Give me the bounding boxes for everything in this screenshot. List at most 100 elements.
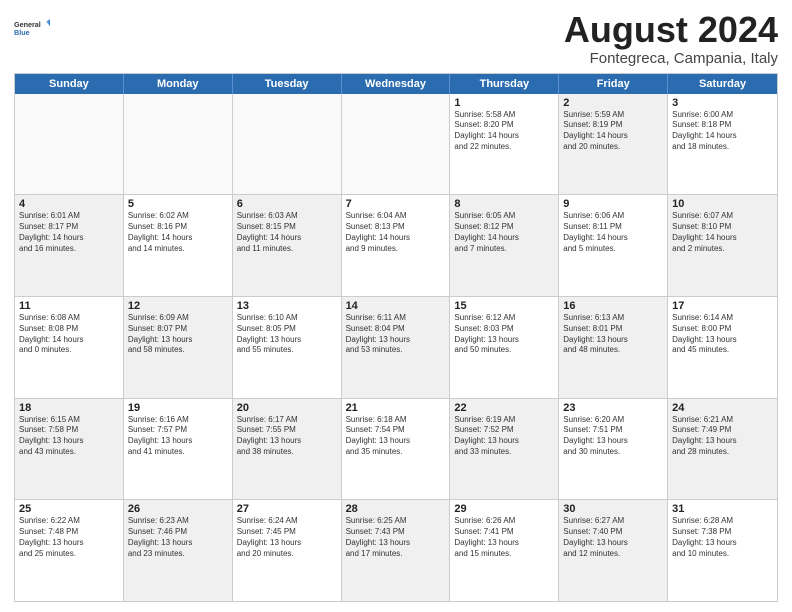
calendar-cell: 23Sunrise: 6:20 AM Sunset: 7:51 PM Dayli… — [559, 399, 668, 500]
day-number: 12 — [128, 300, 228, 312]
calendar-cell: 15Sunrise: 6:12 AM Sunset: 8:03 PM Dayli… — [450, 297, 559, 398]
day-info: Sunrise: 6:08 AM Sunset: 8:08 PM Dayligh… — [19, 313, 119, 356]
calendar-cell: 21Sunrise: 6:18 AM Sunset: 7:54 PM Dayli… — [342, 399, 451, 500]
calendar-cell: 13Sunrise: 6:10 AM Sunset: 8:05 PM Dayli… — [233, 297, 342, 398]
day-number: 28 — [346, 503, 446, 515]
day-number: 25 — [19, 503, 119, 515]
page-header: General Blue August 2024 Fontegreca, Cam… — [14, 10, 778, 67]
day-number: 4 — [19, 198, 119, 210]
day-number: 18 — [19, 402, 119, 414]
day-number: 14 — [346, 300, 446, 312]
day-info: Sunrise: 6:03 AM Sunset: 8:15 PM Dayligh… — [237, 211, 337, 254]
calendar-cell — [233, 94, 342, 195]
day-info: Sunrise: 6:20 AM Sunset: 7:51 PM Dayligh… — [563, 415, 663, 458]
calendar: SundayMondayTuesdayWednesdayThursdayFrid… — [14, 73, 778, 602]
calendar-cell: 10Sunrise: 6:07 AM Sunset: 8:10 PM Dayli… — [668, 195, 777, 296]
day-info: Sunrise: 6:13 AM Sunset: 8:01 PM Dayligh… — [563, 313, 663, 356]
calendar-cell: 5Sunrise: 6:02 AM Sunset: 8:16 PM Daylig… — [124, 195, 233, 296]
calendar-header: SundayMondayTuesdayWednesdayThursdayFrid… — [15, 74, 777, 94]
day-number: 30 — [563, 503, 663, 515]
day-number: 21 — [346, 402, 446, 414]
calendar-week-row: 25Sunrise: 6:22 AM Sunset: 7:48 PM Dayli… — [15, 500, 777, 601]
day-number: 31 — [672, 503, 773, 515]
calendar-cell: 17Sunrise: 6:14 AM Sunset: 8:00 PM Dayli… — [668, 297, 777, 398]
logo: General Blue — [14, 10, 50, 46]
day-number: 16 — [563, 300, 663, 312]
calendar-cell: 28Sunrise: 6:25 AM Sunset: 7:43 PM Dayli… — [342, 500, 451, 601]
calendar-cell: 30Sunrise: 6:27 AM Sunset: 7:40 PM Dayli… — [559, 500, 668, 601]
calendar-day-header: Wednesday — [342, 74, 451, 94]
day-info: Sunrise: 6:23 AM Sunset: 7:46 PM Dayligh… — [128, 516, 228, 559]
day-info: Sunrise: 6:07 AM Sunset: 8:10 PM Dayligh… — [672, 211, 773, 254]
calendar-body: 1Sunrise: 5:58 AM Sunset: 8:20 PM Daylig… — [15, 94, 777, 601]
calendar-cell: 31Sunrise: 6:28 AM Sunset: 7:38 PM Dayli… — [668, 500, 777, 601]
calendar-day-header: Thursday — [450, 74, 559, 94]
calendar-cell — [15, 94, 124, 195]
calendar-cell: 3Sunrise: 6:00 AM Sunset: 8:18 PM Daylig… — [668, 94, 777, 195]
day-info: Sunrise: 6:22 AM Sunset: 7:48 PM Dayligh… — [19, 516, 119, 559]
day-info: Sunrise: 6:16 AM Sunset: 7:57 PM Dayligh… — [128, 415, 228, 458]
calendar-week-row: 4Sunrise: 6:01 AM Sunset: 8:17 PM Daylig… — [15, 195, 777, 297]
day-number: 3 — [672, 97, 773, 109]
calendar-cell: 20Sunrise: 6:17 AM Sunset: 7:55 PM Dayli… — [233, 399, 342, 500]
day-info: Sunrise: 6:21 AM Sunset: 7:49 PM Dayligh… — [672, 415, 773, 458]
day-number: 23 — [563, 402, 663, 414]
day-number: 17 — [672, 300, 773, 312]
day-info: Sunrise: 6:04 AM Sunset: 8:13 PM Dayligh… — [346, 211, 446, 254]
day-info: Sunrise: 6:25 AM Sunset: 7:43 PM Dayligh… — [346, 516, 446, 559]
calendar-week-row: 11Sunrise: 6:08 AM Sunset: 8:08 PM Dayli… — [15, 297, 777, 399]
calendar-cell — [342, 94, 451, 195]
day-info: Sunrise: 6:05 AM Sunset: 8:12 PM Dayligh… — [454, 211, 554, 254]
calendar-cell: 22Sunrise: 6:19 AM Sunset: 7:52 PM Dayli… — [450, 399, 559, 500]
day-info: Sunrise: 6:10 AM Sunset: 8:05 PM Dayligh… — [237, 313, 337, 356]
day-info: Sunrise: 6:17 AM Sunset: 7:55 PM Dayligh… — [237, 415, 337, 458]
calendar-cell: 26Sunrise: 6:23 AM Sunset: 7:46 PM Dayli… — [124, 500, 233, 601]
day-number: 1 — [454, 97, 554, 109]
calendar-cell: 4Sunrise: 6:01 AM Sunset: 8:17 PM Daylig… — [15, 195, 124, 296]
day-info: Sunrise: 6:28 AM Sunset: 7:38 PM Dayligh… — [672, 516, 773, 559]
calendar-cell: 7Sunrise: 6:04 AM Sunset: 8:13 PM Daylig… — [342, 195, 451, 296]
day-info: Sunrise: 6:09 AM Sunset: 8:07 PM Dayligh… — [128, 313, 228, 356]
day-number: 27 — [237, 503, 337, 515]
day-number: 26 — [128, 503, 228, 515]
day-number: 24 — [672, 402, 773, 414]
calendar-week-row: 18Sunrise: 6:15 AM Sunset: 7:58 PM Dayli… — [15, 399, 777, 501]
calendar-cell: 27Sunrise: 6:24 AM Sunset: 7:45 PM Dayli… — [233, 500, 342, 601]
calendar-cell: 8Sunrise: 6:05 AM Sunset: 8:12 PM Daylig… — [450, 195, 559, 296]
day-info: Sunrise: 6:26 AM Sunset: 7:41 PM Dayligh… — [454, 516, 554, 559]
day-info: Sunrise: 6:06 AM Sunset: 8:11 PM Dayligh… — [563, 211, 663, 254]
day-number: 11 — [19, 300, 119, 312]
subtitle: Fontegreca, Campania, Italy — [564, 50, 778, 67]
day-info: Sunrise: 6:24 AM Sunset: 7:45 PM Dayligh… — [237, 516, 337, 559]
calendar-cell: 11Sunrise: 6:08 AM Sunset: 8:08 PM Dayli… — [15, 297, 124, 398]
day-info: Sunrise: 6:19 AM Sunset: 7:52 PM Dayligh… — [454, 415, 554, 458]
calendar-day-header: Friday — [559, 74, 668, 94]
day-info: Sunrise: 5:58 AM Sunset: 8:20 PM Dayligh… — [454, 110, 554, 153]
calendar-cell: 6Sunrise: 6:03 AM Sunset: 8:15 PM Daylig… — [233, 195, 342, 296]
day-info: Sunrise: 6:14 AM Sunset: 8:00 PM Dayligh… — [672, 313, 773, 356]
day-number: 9 — [563, 198, 663, 210]
calendar-day-header: Tuesday — [233, 74, 342, 94]
calendar-cell: 2Sunrise: 5:59 AM Sunset: 8:19 PM Daylig… — [559, 94, 668, 195]
day-number: 19 — [128, 402, 228, 414]
day-info: Sunrise: 6:00 AM Sunset: 8:18 PM Dayligh… — [672, 110, 773, 153]
day-info: Sunrise: 5:59 AM Sunset: 8:19 PM Dayligh… — [563, 110, 663, 153]
day-info: Sunrise: 6:02 AM Sunset: 8:16 PM Dayligh… — [128, 211, 228, 254]
calendar-cell: 1Sunrise: 5:58 AM Sunset: 8:20 PM Daylig… — [450, 94, 559, 195]
day-number: 8 — [454, 198, 554, 210]
calendar-week-row: 1Sunrise: 5:58 AM Sunset: 8:20 PM Daylig… — [15, 94, 777, 196]
calendar-cell: 25Sunrise: 6:22 AM Sunset: 7:48 PM Dayli… — [15, 500, 124, 601]
day-number: 5 — [128, 198, 228, 210]
main-title: August 2024 — [564, 10, 778, 50]
calendar-cell: 12Sunrise: 6:09 AM Sunset: 8:07 PM Dayli… — [124, 297, 233, 398]
calendar-cell: 18Sunrise: 6:15 AM Sunset: 7:58 PM Dayli… — [15, 399, 124, 500]
day-info: Sunrise: 6:12 AM Sunset: 8:03 PM Dayligh… — [454, 313, 554, 356]
day-number: 15 — [454, 300, 554, 312]
day-number: 6 — [237, 198, 337, 210]
calendar-cell — [124, 94, 233, 195]
day-info: Sunrise: 6:15 AM Sunset: 7:58 PM Dayligh… — [19, 415, 119, 458]
calendar-cell: 19Sunrise: 6:16 AM Sunset: 7:57 PM Dayli… — [124, 399, 233, 500]
day-number: 7 — [346, 198, 446, 210]
day-info: Sunrise: 6:11 AM Sunset: 8:04 PM Dayligh… — [346, 313, 446, 356]
calendar-day-header: Sunday — [15, 74, 124, 94]
